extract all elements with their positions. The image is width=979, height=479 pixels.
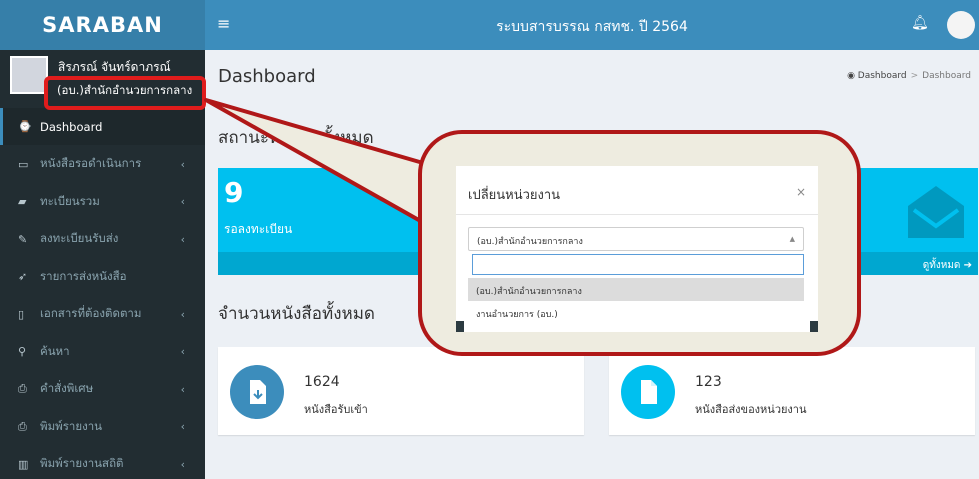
- sidebar-item-label: รายการส่งหนังสือ: [40, 268, 127, 283]
- sidebar-item[interactable]: ⎙ พิมพ์รายงาน ‹: [0, 408, 205, 445]
- card-incoming-number: 1624: [304, 374, 340, 390]
- card-outgoing[interactable]: 123 หนังสือส่งของหน่วยงาน: [609, 347, 975, 435]
- sidebar-item[interactable]: ▰ ทะเบียนรวม ‹: [0, 183, 205, 220]
- view-all-link[interactable]: ดูทั้งหมด ➔: [923, 258, 972, 273]
- modal-title: เปลี่ยนหน่วยงาน: [468, 188, 561, 203]
- sidebar-item-label: Dashboard: [40, 119, 103, 134]
- change-unit-modal: เปลี่ยนหน่วยงาน × (อบ.)สำนักอำนวยการกลาง…: [456, 166, 818, 332]
- chevron-left-icon: ‹: [180, 345, 185, 358]
- unit-option[interactable]: งานอำนวยการ (อบ.): [468, 301, 804, 324]
- sidebar-item-label: ค้นหา: [40, 343, 70, 358]
- chevron-left-icon: ‹: [180, 157, 185, 171]
- sidebar-item-label: ลงทะเบียนรับส่ง: [40, 231, 119, 245]
- card-outgoing-label: หนังสือส่งของหน่วยงาน: [695, 403, 807, 416]
- section-title-count: จำนวนหนังสือทั้งหมด: [218, 304, 375, 324]
- modal-divider: [456, 214, 818, 215]
- sidebar-item[interactable]: ➶ รายการส่งหนังสือ: [0, 258, 205, 295]
- search-icon: ⚲: [18, 345, 27, 358]
- page-title: Dashboard: [218, 66, 316, 87]
- stat-pending-label: รอลงทะเบียน: [224, 222, 293, 236]
- sidebar-item[interactable]: ⎙ คำสั่งพิเศษ ‹: [0, 371, 205, 408]
- close-icon[interactable]: ×: [796, 185, 806, 199]
- edit-icon: ✎: [18, 232, 28, 246]
- print-icon: ⎙: [18, 382, 27, 395]
- section-title-status: สถานะหนังสือทั้งหมด: [218, 128, 374, 148]
- send-icon: ➶: [18, 270, 28, 283]
- breadcrumb: ◉ Dashboard > Dashboard: [847, 71, 971, 81]
- sidebar-item[interactable]: ✎ ลงทะเบียนรับส่ง ‹: [0, 221, 205, 258]
- bar-chart-icon: ▥: [18, 457, 29, 471]
- user-name: สิรภรณ์ จันทร์ดาภรณ์: [58, 60, 171, 74]
- unit-search-input[interactable]: [472, 254, 804, 275]
- chevron-left-icon: ‹: [180, 457, 185, 471]
- topbar-avatar[interactable]: [947, 11, 975, 39]
- file-icon: [621, 365, 675, 419]
- bookmark-icon: ▯: [18, 307, 25, 321]
- dashboard-icon: ⌚: [18, 120, 32, 133]
- book-icon: ▰: [18, 195, 27, 208]
- sidebar-item[interactable]: ⚲ ค้นหา ‹: [0, 333, 205, 370]
- envelope-icon: [908, 186, 964, 238]
- chevron-left-icon: ‹: [180, 382, 185, 396]
- sidebar-item-label: เอกสารที่ต้องติดตาม: [40, 306, 142, 320]
- sidebar-item-label: คำสั่งพิเศษ: [40, 381, 94, 395]
- topbar: ≡ ระบบสารบรรณ กสทช. ปี 2564 🔔︎: [205, 0, 979, 50]
- breadcrumb-home[interactable]: ◉ Dashboard: [847, 71, 907, 81]
- chevron-left-icon: ‹: [180, 420, 185, 433]
- sidebar-item[interactable]: ▯ เอกสารที่ต้องติดตาม ‹: [0, 296, 205, 333]
- sidebar: SARABAN สิรภรณ์ จันทร์ดาภรณ์ (อบ.)สำนักอ…: [0, 0, 205, 479]
- app-logo[interactable]: SARABAN: [0, 0, 205, 50]
- sidebar-item-label: พิมพ์รายงานสถิติ: [40, 456, 124, 470]
- notification-bell-icon[interactable]: 🔔︎: [911, 15, 929, 31]
- unit-select-value: (อบ.)สำนักอำนวยการกลาง: [477, 237, 583, 247]
- sidebar-item[interactable]: ▥ พิมพ์รายงานสถิติ ‹: [0, 446, 205, 479]
- card-incoming-label: หนังสือรับเข้า: [304, 403, 368, 416]
- sidebar-item-label: ทะเบียนรวม: [40, 193, 100, 208]
- chevron-left-icon: ‹: [180, 195, 185, 208]
- breadcrumb-separator: >: [910, 71, 919, 81]
- sidebar-item[interactable]: ⌚ Dashboard: [0, 108, 205, 145]
- modal-footer-corner: [456, 321, 464, 332]
- download-doc-icon: [230, 365, 284, 419]
- sidebar-item-label: หนังสือรอดำเนินการ: [40, 156, 142, 170]
- sidebar-item[interactable]: ▭ หนังสือรอดำเนินการ ‹: [0, 146, 205, 183]
- unit-option[interactable]: (อบ.)สำนักอำนวยการกลาง: [468, 278, 804, 301]
- breadcrumb-current: Dashboard: [922, 71, 971, 81]
- inbox-icon: ▭: [18, 157, 29, 171]
- app-title: ระบบสารบรรณ กสทช. ปี 2564: [496, 19, 688, 35]
- card-incoming[interactable]: 1624 หนังสือรับเข้า: [218, 347, 584, 435]
- stat-pending-count: 9: [224, 176, 244, 209]
- chevron-left-icon: ‹: [180, 307, 185, 321]
- modal-footer-corner: [810, 321, 818, 332]
- print-icon: ⎙: [18, 419, 27, 433]
- chevron-left-icon: ‹: [180, 232, 185, 246]
- card-outgoing-number: 123: [695, 374, 722, 390]
- user-avatar: [10, 56, 48, 94]
- dashboard-icon: ◉: [847, 71, 858, 81]
- unit-select[interactable]: (อบ.)สำนักอำนวยการกลาง ▲: [468, 227, 804, 251]
- sidebar-item-label: พิมพ์รายงาน: [40, 418, 103, 433]
- caret-up-icon: ▲: [789, 235, 795, 243]
- unit-highlight-box: [44, 76, 206, 110]
